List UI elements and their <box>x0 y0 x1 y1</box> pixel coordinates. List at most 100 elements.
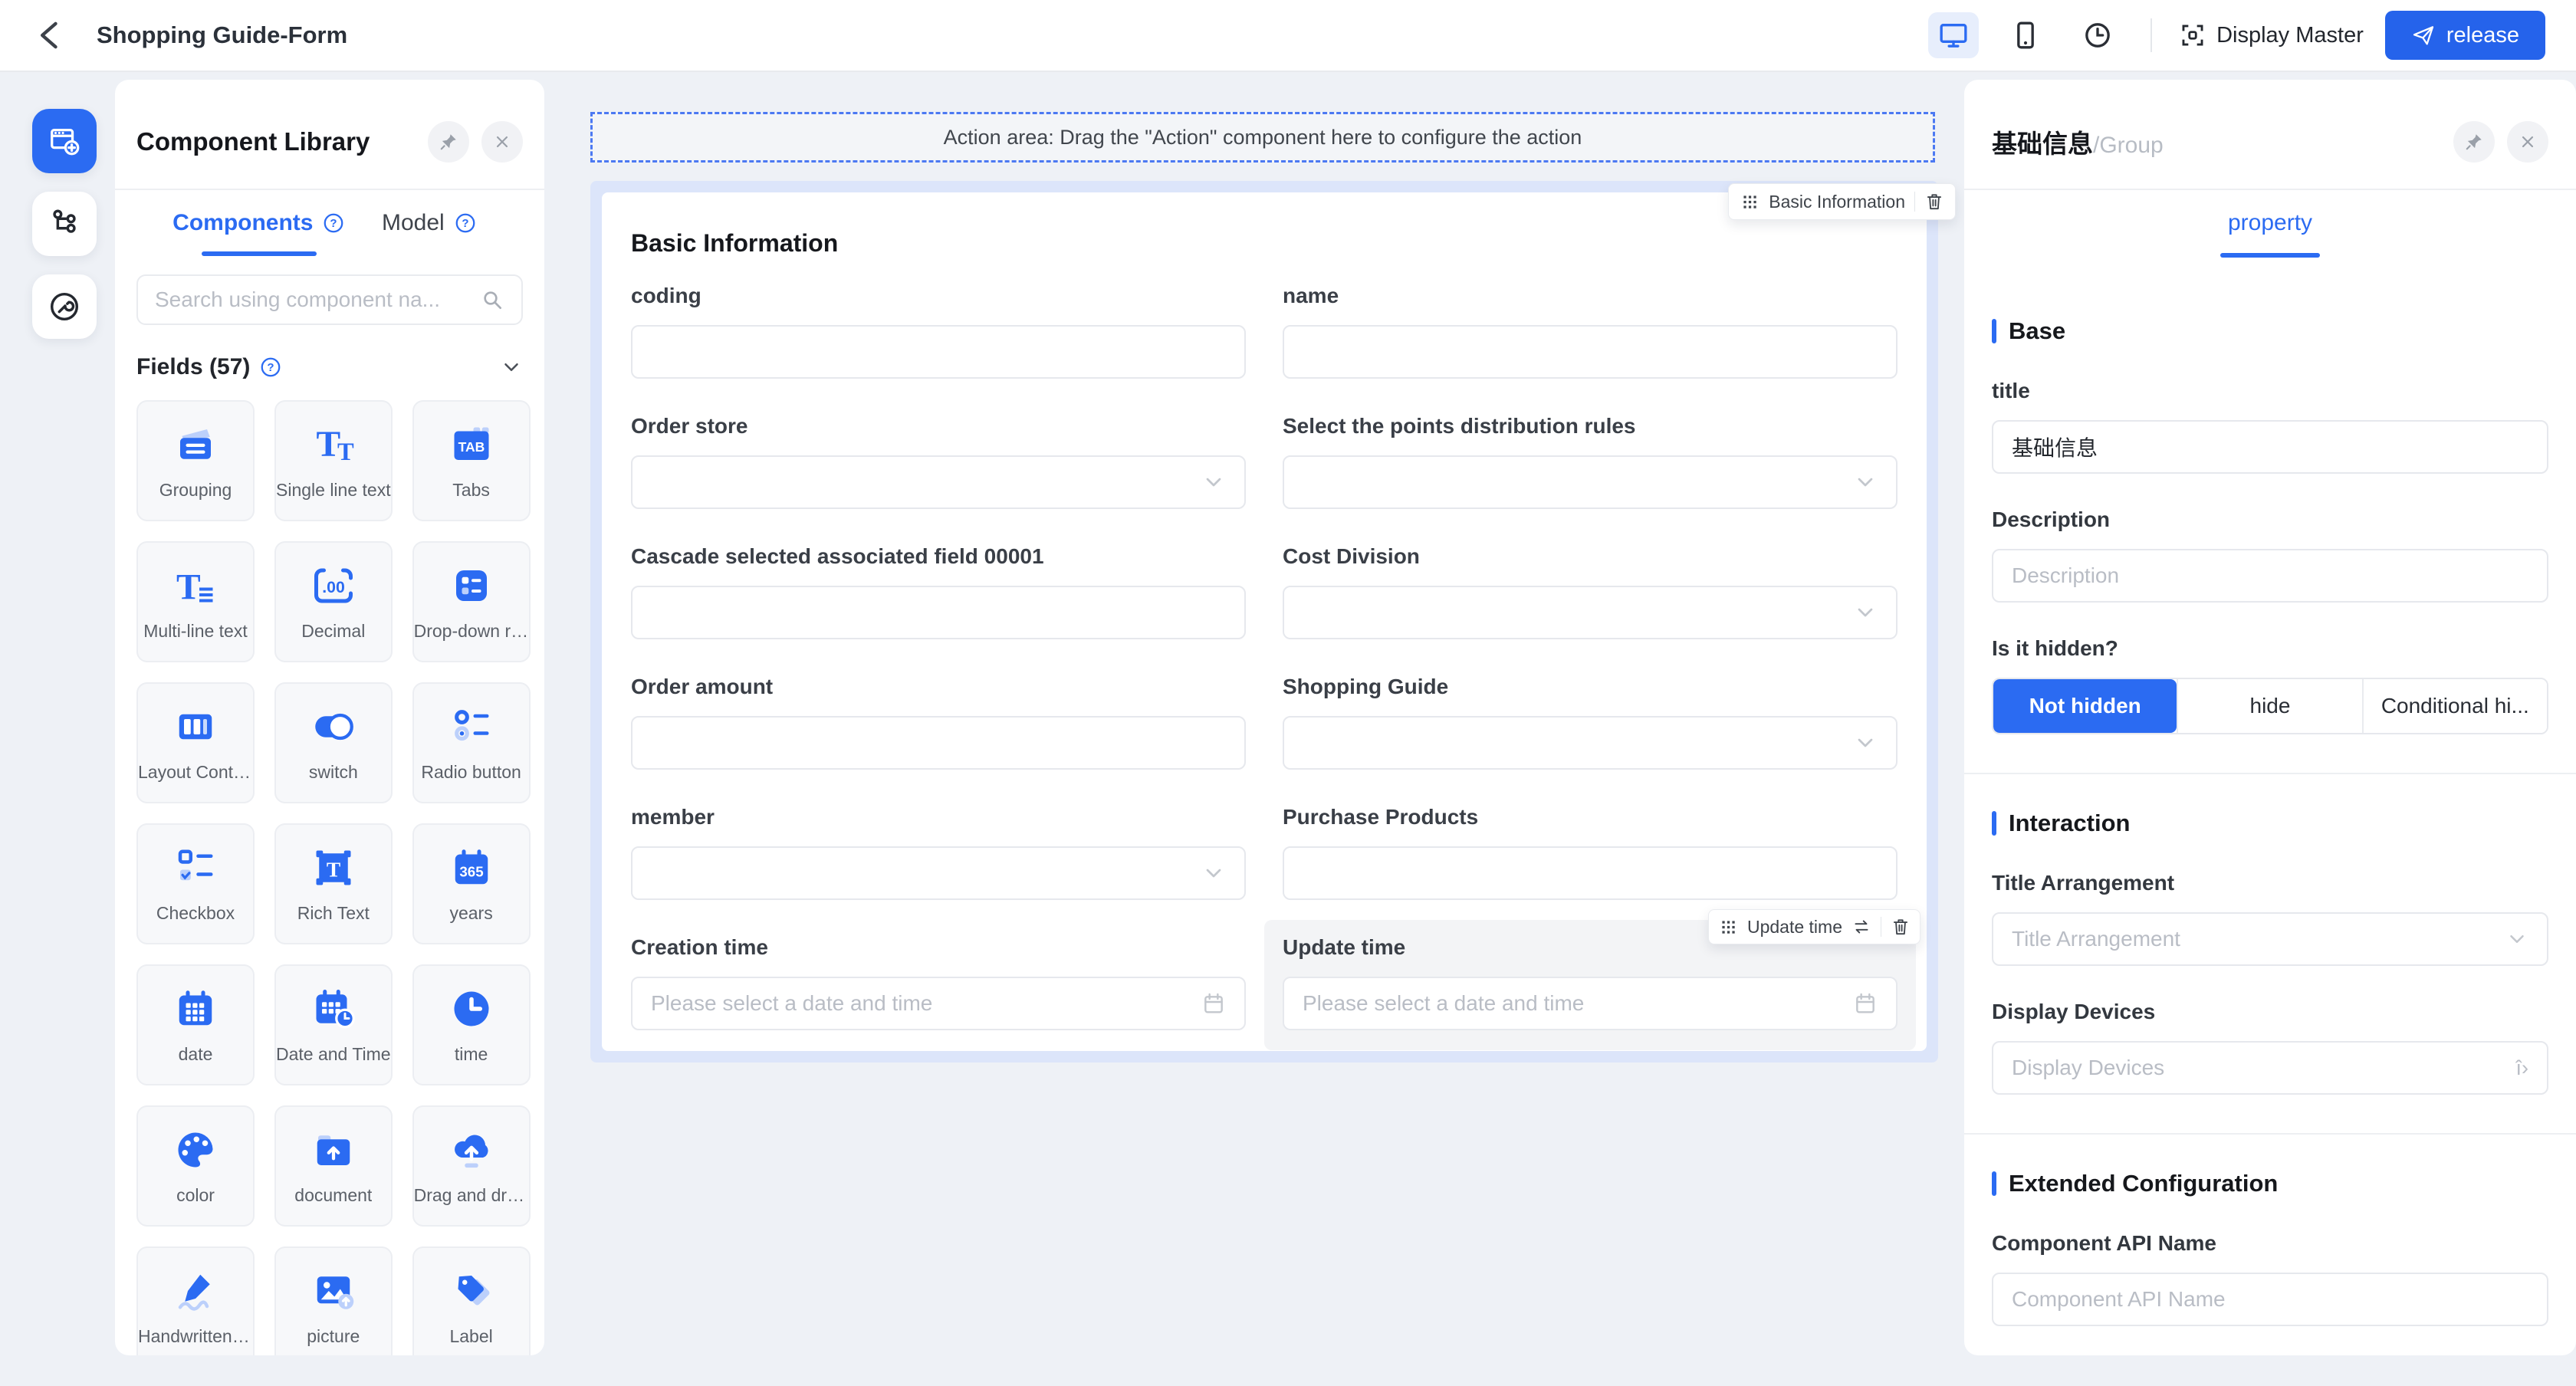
component-tile-multi-line-text[interactable]: TMulti-line text <box>136 541 255 662</box>
component-tile-handwritten-signature[interactable]: Handwritten si... <box>136 1246 255 1355</box>
swap-icon[interactable] <box>1852 917 1871 937</box>
component-tile-picture[interactable]: picture <box>274 1246 393 1355</box>
form-field-creation-time[interactable]: Creation timePlease select a date and ti… <box>631 935 1246 1030</box>
hidden-option-not-hidden[interactable]: Not hidden <box>1993 679 2177 733</box>
component-tile-switch[interactable]: switch <box>274 682 393 803</box>
select-control[interactable] <box>631 455 1246 509</box>
search-icon[interactable] <box>480 287 504 312</box>
close-panel-button[interactable] <box>2507 121 2548 163</box>
form-field-cost-division[interactable]: Cost Division <box>1283 544 1898 639</box>
form-field-member[interactable]: member <box>631 805 1246 900</box>
hidden-option-conditional-hi-[interactable]: Conditional hi... <box>2362 679 2547 733</box>
component-tile-decimal[interactable]: .00Decimal <box>274 541 393 662</box>
title-arrangement-select[interactable] <box>1992 912 2548 966</box>
drag-handle-icon[interactable] <box>1718 917 1738 937</box>
rail-page-builder-button[interactable] <box>32 109 97 173</box>
select-control[interactable] <box>1283 586 1898 639</box>
back-icon[interactable] <box>31 15 71 55</box>
form-field-name[interactable]: name <box>1283 284 1898 379</box>
help-icon[interactable]: ? <box>322 212 345 235</box>
calendar-icon <box>1201 991 1226 1016</box>
chevron-down-icon <box>1201 861 1226 885</box>
date-control[interactable]: Please select a date and time <box>631 977 1246 1030</box>
pin-panel-button[interactable] <box>2453 121 2495 163</box>
wrench-circle-icon <box>47 289 82 324</box>
component-tile-color[interactable]: color <box>136 1105 255 1227</box>
component-tile-rich-text[interactable]: TRich Text <box>274 823 393 944</box>
display-master-button[interactable]: Display Master <box>2180 22 2364 48</box>
mobile-view-button[interactable] <box>2000 12 2051 58</box>
hidden-option-hide[interactable]: hide <box>2177 679 2361 733</box>
api-name-input[interactable] <box>2012 1287 2528 1312</box>
title-arrangement-input[interactable] <box>2012 927 2496 951</box>
search-input[interactable] <box>155 287 480 312</box>
send-icon <box>2411 23 2436 48</box>
hidden-segmented-control: Not hiddenhideConditional hi... <box>1992 678 2548 734</box>
single-line-text-icon: TT <box>310 422 356 468</box>
select-control[interactable] <box>1283 455 1898 509</box>
component-tile-checkbox[interactable]: Checkbox <box>136 823 255 944</box>
component-tile-document[interactable]: document <box>274 1105 393 1227</box>
component-tile-date-time[interactable]: Date and Time <box>274 964 393 1085</box>
form-field-purchase-products[interactable]: Purchase Products <box>1283 805 1898 900</box>
field-label: Cost Division <box>1283 544 1898 569</box>
component-tile-radio-button[interactable]: Radio button <box>412 682 531 803</box>
form-field-shopping-guide[interactable]: Shopping Guide <box>1283 675 1898 770</box>
component-tile-dropdown-radio[interactable]: Drop-down ra... <box>412 541 531 662</box>
display-devices-field[interactable]: î› <box>1992 1041 2548 1095</box>
chevron-down-icon[interactable] <box>500 356 523 379</box>
form-field-cascade-selected-associated-field-00001[interactable]: Cascade selected associated field 00001 <box>631 544 1246 639</box>
text-control[interactable] <box>631 586 1246 639</box>
pin-panel-button[interactable] <box>428 121 469 163</box>
rail-tools-button[interactable] <box>32 274 97 339</box>
form-field-select-the-points-distribution-rules[interactable]: Select the points distribution rules <box>1283 414 1898 509</box>
help-icon[interactable]: ? <box>454 212 477 235</box>
component-tile-years[interactable]: 365years <box>412 823 531 944</box>
field-label: Shopping Guide <box>1283 675 1898 699</box>
component-tile-label: Label <box>449 1326 492 1347</box>
svg-text:?: ? <box>268 361 274 374</box>
history-button[interactable] <box>2072 12 2123 58</box>
form-card[interactable]: Basic Information Basic Information codi… <box>602 192 1927 1051</box>
text-control[interactable] <box>1283 325 1898 379</box>
title-arrangement-label: Title Arrangement <box>1992 871 2548 895</box>
help-icon[interactable]: ? <box>259 356 282 379</box>
date-control[interactable]: Please select a date and time <box>1283 977 1898 1030</box>
component-tile-drag-drop-upload[interactable]: Drag and drop... <box>412 1105 531 1227</box>
component-tile-layout-container[interactable]: Layout Contai... <box>136 682 255 803</box>
text-control[interactable] <box>1283 846 1898 900</box>
form-field-order-amount[interactable]: Order amount <box>631 675 1246 770</box>
drag-handle-icon[interactable] <box>1740 192 1760 212</box>
text-control[interactable] <box>631 325 1246 379</box>
title-input[interactable] <box>2012 435 2528 459</box>
rail-outline-tree-button[interactable] <box>32 192 97 256</box>
trash-icon[interactable] <box>1924 192 1944 212</box>
tab-components[interactable]: Components ? <box>172 210 345 256</box>
component-tile-single-line-text[interactable]: TTSingle line text <box>274 400 393 521</box>
trash-icon[interactable] <box>1891 917 1911 937</box>
component-tile-grouping[interactable]: Grouping <box>136 400 255 521</box>
component-tile-label-tag[interactable]: Label <box>412 1246 531 1355</box>
component-tile-label: Drop-down ra... <box>414 621 529 642</box>
tab-model[interactable]: Model ? <box>372 210 487 256</box>
close-panel-button[interactable] <box>481 121 523 163</box>
form-field-order-store[interactable]: Order store <box>631 414 1246 509</box>
description-input[interactable] <box>2012 563 2528 588</box>
release-button[interactable]: release <box>2385 11 2545 60</box>
component-tile-grid: GroupingTTSingle line textTABTabsTMulti-… <box>136 400 523 1355</box>
action-drop-area[interactable]: Action area: Drag the "Action" component… <box>590 112 1935 163</box>
date-icon <box>172 986 219 1032</box>
form-field-update-time[interactable]: Update timePlease select a date and time… <box>1264 920 1916 1050</box>
select-control[interactable] <box>631 846 1246 900</box>
component-tile-time[interactable]: time <box>412 964 531 1085</box>
tab-property[interactable]: property <box>2220 210 2320 258</box>
display-devices-input[interactable] <box>2012 1056 2507 1080</box>
component-tile-date[interactable]: date <box>136 964 255 1085</box>
chevron-down-icon <box>1853 470 1878 494</box>
component-tile-tabs[interactable]: TABTabs <box>412 400 531 521</box>
form-field-coding[interactable]: coding <box>631 284 1246 379</box>
select-control[interactable] <box>1283 716 1898 770</box>
text-control[interactable] <box>631 716 1246 770</box>
desktop-view-button[interactable] <box>1928 12 1979 58</box>
date-placeholder: Please select a date and time <box>1303 991 1853 1016</box>
